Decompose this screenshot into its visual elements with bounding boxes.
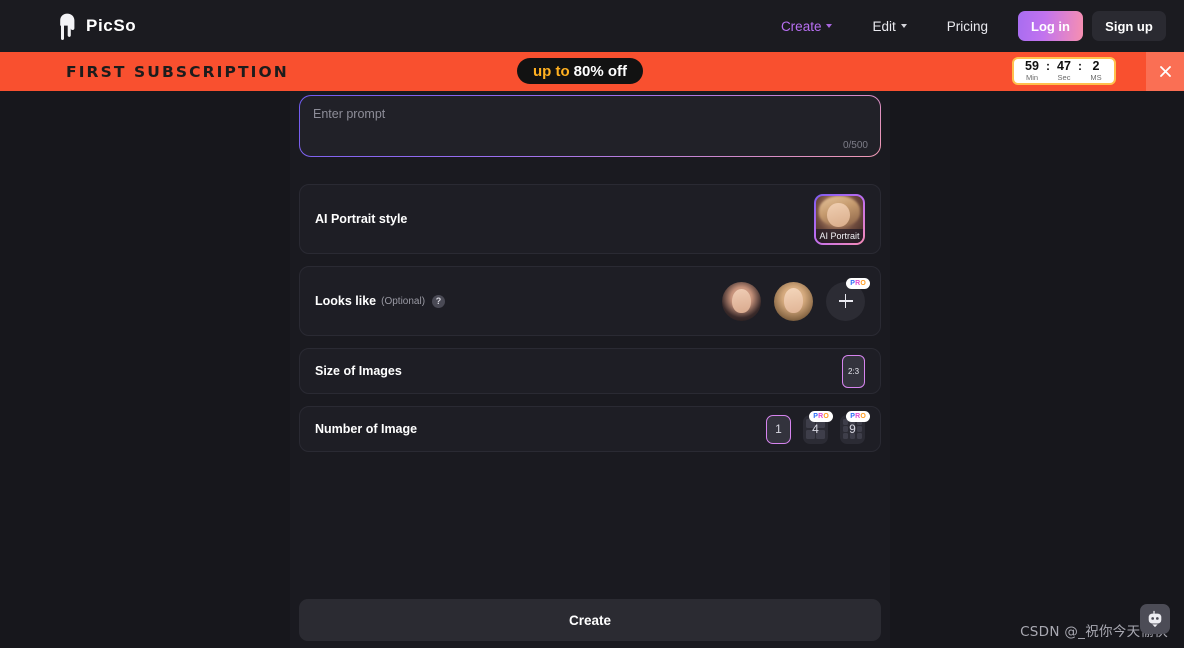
countdown-timer: 59 Min : 47 Sec : 2 MS <box>1012 57 1116 85</box>
timer-separator: : <box>1078 58 1082 73</box>
number-option-4-glyph: 4 <box>806 419 825 439</box>
pro-badge: PRO <box>846 410 870 422</box>
style-options: AI Portrait <box>814 193 865 245</box>
style-option-caption: AI Portrait <box>816 228 863 243</box>
number-option-1-value: 1 <box>775 422 782 436</box>
create-button[interactable]: Create <box>299 599 881 641</box>
pro-badge: PRO <box>846 277 870 289</box>
promo-offer-prefix: up to <box>533 62 570 80</box>
top-header: PicSo Create Edit Pricing Log in Sign up <box>0 0 1184 52</box>
promo-offer-value: 80% off <box>573 62 627 80</box>
close-icon <box>1159 66 1171 77</box>
timer-ms-label: MS <box>1090 72 1102 82</box>
prompt-input[interactable]: Enter prompt 0/500 <box>299 95 881 157</box>
timer-ms: 2 MS <box>1085 58 1107 83</box>
looks-like-optional-text: (Optional) <box>381 295 426 307</box>
login-button[interactable]: Log in <box>1018 11 1083 41</box>
style-option-ai-portrait[interactable]: AI Portrait <box>814 193 865 245</box>
number-option-1[interactable]: 1 <box>766 414 791 444</box>
pro-badge-letter-3: O <box>823 412 829 420</box>
timer-separator: : <box>1046 58 1050 73</box>
number-options: 1 PRO 4 PRO 9 <box>754 410 870 444</box>
prompt-placeholder: Enter prompt <box>313 107 386 121</box>
number-option-1-glyph: 1 <box>771 420 786 438</box>
brand-name: PicSo <box>86 16 137 35</box>
brand-logo[interactable]: PicSo <box>58 13 136 40</box>
timer-seconds: 47 Sec <box>1053 58 1075 83</box>
chat-bot-icon <box>1148 610 1162 628</box>
pro-badge: PRO <box>809 410 833 422</box>
timer-seconds-label: Sec <box>1057 72 1071 82</box>
looks-like-section: Looks like (Optional) ? PRO <box>299 266 881 336</box>
nav-item-pricing-label: Pricing <box>946 18 988 34</box>
timer-minutes-label: Min <box>1025 72 1039 82</box>
style-section-label: AI Portrait style <box>315 212 408 226</box>
nav-item-edit-label: Edit <box>872 18 896 34</box>
pro-badge-letter-3: O <box>860 412 866 420</box>
pro-badge-letter-3: O <box>860 279 866 287</box>
looks-like-label: Looks like (Optional) ? <box>315 294 446 308</box>
timer-minutes: 59 Min <box>1021 58 1043 83</box>
timer-ms-value: 2 <box>1092 58 1100 73</box>
number-section: Number of Image 1 PRO 4 P R O 9 <box>299 406 881 452</box>
nav-item-edit[interactable]: Edit <box>852 9 926 43</box>
promo-title: FIRST SUBSCRIPTION <box>66 62 289 81</box>
number-option-9-glyph: 9 <box>843 419 862 439</box>
timer-minutes-value: 59 <box>1025 58 1039 73</box>
generator-form: Enter prompt 0/500 AI Portrait style AI … <box>299 91 881 452</box>
question-mark-icon[interactable]: ? <box>432 294 446 308</box>
nav-item-create[interactable]: Create <box>761 9 853 43</box>
avatar-option-2[interactable] <box>774 281 813 321</box>
prompt-char-counter: 0/500 <box>842 140 868 151</box>
number-option-4-value: 4 <box>812 422 819 436</box>
add-reference-button[interactable]: PRO <box>826 277 870 321</box>
looks-like-label-text: Looks like <box>315 294 377 308</box>
plus-icon <box>838 294 853 308</box>
number-option-4[interactable]: PRO 4 <box>803 410 833 444</box>
nav-item-create-label: Create <box>780 18 822 34</box>
main-stage: Enter prompt 0/500 AI Portrait style AI … <box>0 91 1184 648</box>
number-section-label: Number of Image <box>315 422 418 436</box>
promo-offer-pill: up to 80% off <box>517 58 643 84</box>
signup-button[interactable]: Sign up <box>1092 11 1166 41</box>
size-options: 2:3 <box>842 354 865 388</box>
picso-drip-logo-icon <box>60 13 75 40</box>
size-section-label: Size of Images <box>315 364 402 378</box>
chat-support-button[interactable] <box>1140 604 1170 634</box>
main-nav: Create Edit Pricing Log in Sign up <box>761 9 1166 43</box>
style-section: AI Portrait style AI Portrait <box>299 184 881 254</box>
size-option-2-3[interactable]: 2:3 <box>842 354 865 388</box>
chevron-down-icon <box>900 24 907 28</box>
chevron-down-icon <box>826 24 833 28</box>
nav-item-pricing[interactable]: Pricing <box>927 9 1008 43</box>
number-option-9[interactable]: PRO 9 <box>840 410 870 444</box>
promo-close-button[interactable] <box>1146 52 1184 91</box>
size-section: Size of Images 2:3 <box>299 348 881 394</box>
looks-like-options: PRO <box>709 277 870 321</box>
generator-panel: Enter prompt 0/500 AI Portrait style AI … <box>290 91 890 648</box>
number-option-9-value: 9 <box>849 422 856 436</box>
timer-seconds-value: 47 <box>1057 58 1071 73</box>
avatar-option-1[interactable] <box>722 281 761 321</box>
